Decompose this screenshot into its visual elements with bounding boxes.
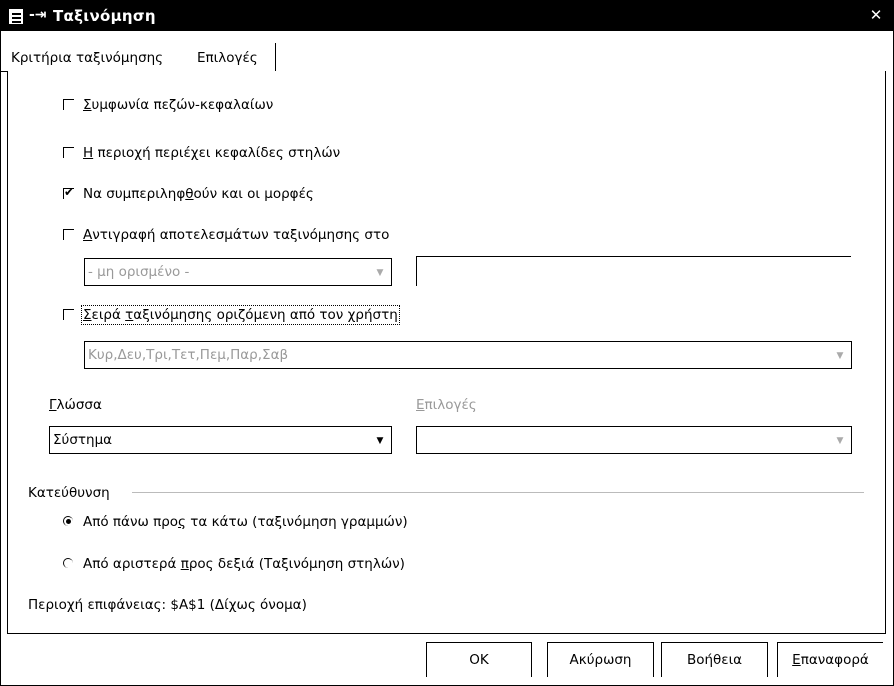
language-select-value: Σύστημα <box>53 432 113 448</box>
include-formats-label: ούν και οι μορφές <box>193 186 314 202</box>
top-bottom-mnemonic: ς <box>178 514 186 530</box>
reset-label: παναφορά <box>800 652 869 668</box>
cancel-button-edge <box>653 642 654 677</box>
chevron-down-icon[interactable]: ▼ <box>834 434 846 448</box>
close-icon[interactable]: ✕ <box>867 6 885 24</box>
tab-divider <box>275 43 276 71</box>
copy-target-input[interactable] <box>416 256 851 286</box>
chevron-down-icon[interactable]: ▼ <box>374 434 386 448</box>
has-headers-option[interactable]: Η περιοχή περιέχει κεφαλίδες στηλών <box>63 145 340 161</box>
select-edge <box>391 259 392 286</box>
case-sensitive-option[interactable]: Συμφωνία πεζών-κεφαλαίων <box>63 97 273 113</box>
select-edge <box>391 427 392 454</box>
direction-left-right-option[interactable]: Από αριστερά προς δεξιά (Ταξινόμηση στηλ… <box>63 556 405 572</box>
include-formats-checkbox[interactable] <box>63 185 74 199</box>
frame-border-left <box>7 71 8 633</box>
language-mnemonic: Γ <box>49 397 57 413</box>
ok-button-edge <box>531 642 532 677</box>
help-button-edge <box>767 642 768 677</box>
tab-sort-criteria[interactable]: Κριτήρια ταξινόμησης <box>11 50 163 66</box>
area-info: Περιοχή επιφάνειας: $A$1 (Δίχως όνομα) <box>28 597 307 613</box>
copy-target-select[interactable]: - μη ορισμένο - ▼ <box>84 258 392 286</box>
direction-left-right-radio[interactable] <box>63 558 73 568</box>
reset-button[interactable]: Επαναφορά <box>777 642 883 677</box>
title-bar[interactable]: -⇥ Ταξινόμηση ✕ <box>1 1 893 31</box>
left-right-label: ρος δεξιά (Ταξινόμηση στηλών) <box>188 556 405 572</box>
select-edge <box>851 342 852 369</box>
include-formats-mnemonic: θ <box>185 186 194 202</box>
ok-button[interactable]: OK <box>426 642 531 677</box>
language-select[interactable]: Σύστημα ▼ <box>49 426 392 454</box>
custom-order-select-value: Κυρ,Δευ,Τρι,Τετ,Πεμ,Παρ,Σαβ <box>88 347 289 363</box>
help-button[interactable]: Βοήθεια <box>661 642 767 677</box>
custom-order-option[interactable]: Σειρά ταξινόμησης οριζόμενη από τον χρήσ… <box>63 305 400 325</box>
select-edge <box>851 427 852 454</box>
copy-results-label: ντιγραφή αποτελεσμάτων ταξινόμησης στο <box>92 227 390 243</box>
footer-divider <box>7 633 886 634</box>
language-options-label: Επιλογές <box>416 397 477 413</box>
pin-icon[interactable]: -⇥ <box>29 7 47 23</box>
document-icon <box>9 9 23 24</box>
top-bottom-label-pre: Από πάνω προ <box>83 514 179 530</box>
has-headers-label: περιοχή περιέχει κεφαλίδες στηλών <box>93 145 341 161</box>
chevron-down-icon[interactable]: ▼ <box>834 349 846 363</box>
window-title: Ταξινόμηση <box>53 7 156 25</box>
language-options-select[interactable]: ▼ <box>416 426 852 454</box>
case-sensitive-checkbox[interactable] <box>63 99 74 110</box>
language-label-text: λώσσα <box>56 397 102 413</box>
reset-mnemonic: Ε <box>792 652 801 668</box>
tab-bar: Κριτήρια ταξινόμησης Επιλογές <box>1 31 893 71</box>
custom-order-mnemonic: Σ <box>83 307 92 323</box>
language-options-label-text: πιλογές <box>424 397 477 413</box>
case-sensitive-mnemonic: Σ <box>83 97 92 113</box>
left-right-mnemonic: π <box>180 556 189 572</box>
custom-order-label: αξινόμησης οριζόμενη από τον χρήστη <box>133 307 398 323</box>
direction-top-bottom-radio[interactable] <box>63 516 73 526</box>
include-formats-option[interactable]: Να συμπεριληφθούν και οι μορφές <box>63 185 314 202</box>
custom-order-select[interactable]: Κυρ,Δευ,Τρι,Τετ,Πεμ,Παρ,Σαβ ▼ <box>84 341 852 369</box>
chevron-down-icon[interactable]: ▼ <box>374 266 386 280</box>
custom-order-label-mid: ειρά <box>91 307 126 323</box>
language-options-mnemonic: Ε <box>416 397 425 413</box>
direction-divider <box>132 492 864 493</box>
custom-order-checkbox[interactable] <box>63 309 74 320</box>
copy-results-mnemonic: Α <box>83 227 93 243</box>
frame-border-right <box>885 71 886 633</box>
case-sensitive-label: υμφωνία πεζών-κεφαλαίων <box>91 97 274 113</box>
sort-dialog: -⇥ Ταξινόμηση ✕ Κριτήρια ταξινόμησης Επι… <box>0 0 894 686</box>
copy-results-option[interactable]: Αντιγραφή αποτελεσμάτων ταξινόμησης στο <box>63 227 389 243</box>
top-bottom-label: τα κάτω (ταξινόμηση γραμμών) <box>185 514 408 530</box>
copy-target-select-value: - μη ορισμένο - <box>88 264 190 280</box>
language-label: Γλώσσα <box>49 397 102 413</box>
copy-results-checkbox[interactable] <box>63 229 74 240</box>
has-headers-checkbox[interactable] <box>63 147 74 158</box>
left-right-label-pre: Από αριστερά <box>83 556 181 572</box>
direction-top-bottom-option[interactable]: Από πάνω προς τα κάτω (ταξινόμηση γραμμώ… <box>63 514 408 530</box>
has-headers-mnemonic: Η <box>83 145 94 161</box>
cancel-button[interactable]: Ακύρωση <box>547 642 653 677</box>
direction-section-label: Κατεύθυνση <box>28 485 110 501</box>
include-formats-label-pre: Να συμπεριληφ <box>83 186 186 202</box>
tab-options[interactable]: Επιλογές <box>197 50 258 66</box>
